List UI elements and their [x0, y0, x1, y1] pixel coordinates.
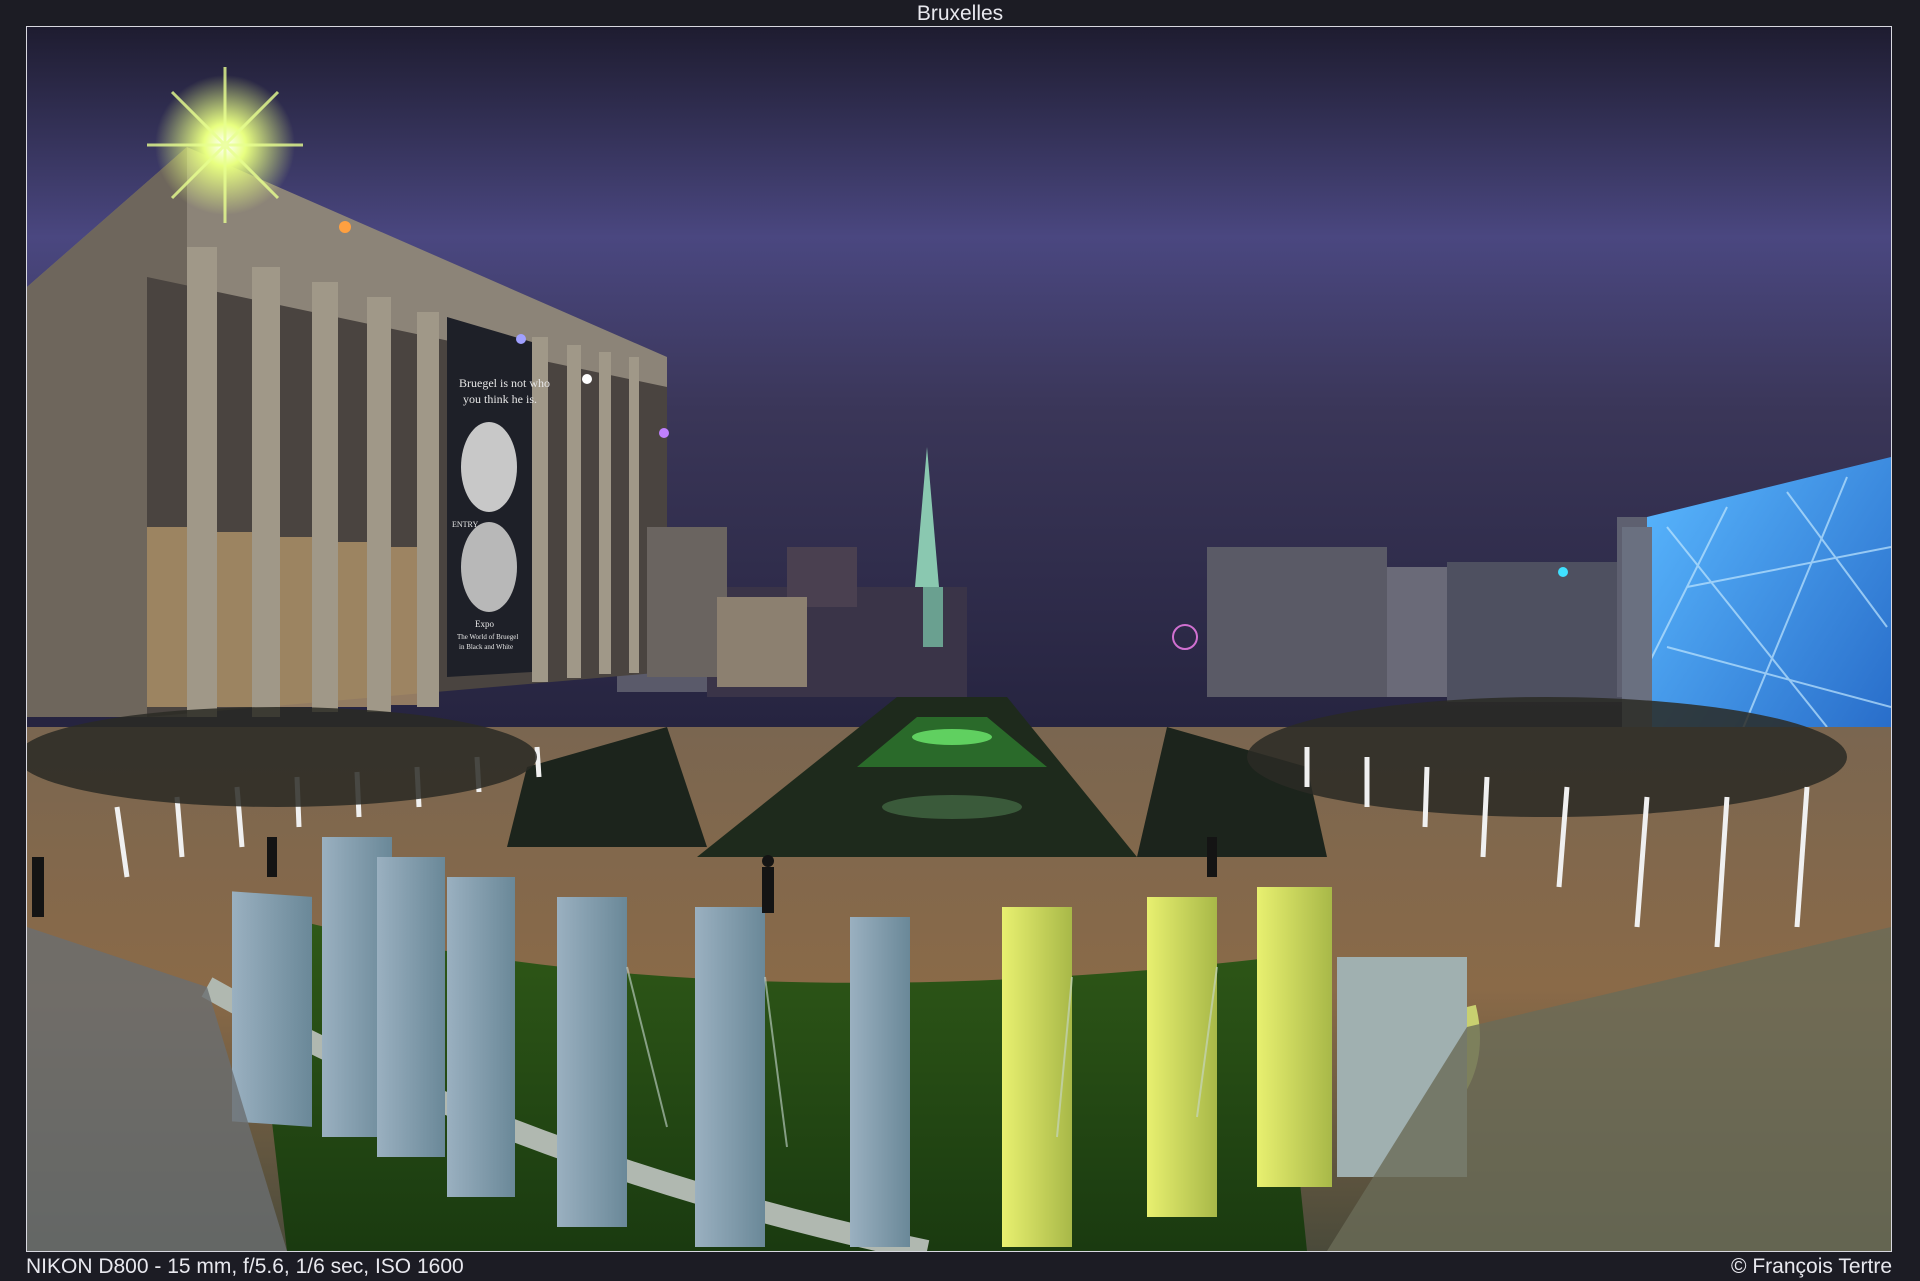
banner-small-2: The World of Bruegel [457, 633, 518, 641]
banner-line-2: you think he is. [463, 392, 537, 406]
pillar [695, 907, 765, 1247]
banner-entry: ENTRY [452, 520, 478, 529]
pillar [447, 877, 515, 1197]
exif-caption: NIKON D800 - 15 mm, f/5.6, 1/6 sec, ISO … [26, 1255, 464, 1278]
photo-title: Bruxelles [916, 2, 1004, 25]
pillar [557, 897, 627, 1227]
banner-small-1: Expo [475, 619, 494, 629]
banner-line-1: Bruegel is not who [459, 376, 550, 390]
pillar [377, 857, 445, 1157]
pillar [232, 891, 312, 1127]
copyright-caption: © François Tertre [1731, 1255, 1892, 1278]
banner-small-3: in Black and White [459, 643, 513, 651]
pillar [1257, 887, 1332, 1187]
pillar [1147, 897, 1217, 1217]
pillar [1002, 907, 1072, 1247]
night-square-illustration: Bruegel is not who you think he is. Expo… [27, 27, 1891, 1251]
pillar [850, 917, 910, 1247]
photo: Bruegel is not who you think he is. Expo… [26, 26, 1892, 1252]
